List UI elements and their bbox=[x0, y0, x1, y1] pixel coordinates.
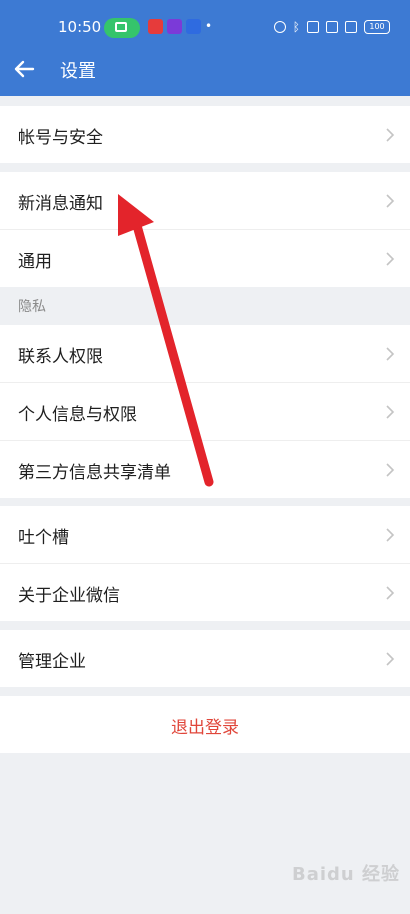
item-label: 个人信息与权限 bbox=[18, 405, 137, 425]
app-notification-icon bbox=[148, 19, 163, 34]
new-message-notify-item[interactable]: 新消息通知 bbox=[0, 172, 410, 229]
privacy-section-label: 隐私 bbox=[18, 299, 46, 315]
contacts-permission-item[interactable]: 联系人权限 bbox=[0, 325, 410, 382]
chevron-right-icon bbox=[386, 586, 395, 600]
logout-label: 退出登录 bbox=[171, 718, 239, 738]
account-security-item[interactable]: 帐号与安全 bbox=[0, 106, 410, 163]
item-label: 吐个槽 bbox=[18, 528, 69, 548]
chevron-right-icon bbox=[386, 128, 395, 142]
bluetooth-icon: ᛒ bbox=[292, 20, 300, 34]
battery-icon: 100 bbox=[364, 20, 390, 34]
chevron-right-icon bbox=[386, 528, 395, 542]
back-arrow-icon[interactable] bbox=[12, 57, 36, 81]
page-title: 设置 bbox=[60, 61, 96, 82]
general-item[interactable]: 通用 bbox=[0, 230, 410, 287]
chevron-right-icon bbox=[386, 463, 395, 477]
alarm-icon bbox=[273, 21, 286, 33]
signal-icon bbox=[326, 21, 338, 33]
item-label: 关于企业微信 bbox=[18, 586, 120, 606]
chevron-right-icon bbox=[386, 252, 395, 266]
item-label: 联系人权限 bbox=[18, 347, 103, 367]
third-party-share-item[interactable]: 第三方信息共享清单 bbox=[0, 441, 410, 498]
about-item[interactable]: 关于企业微信 bbox=[0, 564, 410, 621]
logout-button[interactable]: 退出登录 bbox=[0, 696, 410, 753]
status-time: 10:50 bbox=[58, 18, 102, 36]
status-icons: ᛒ 100 bbox=[273, 20, 390, 34]
signal-icon bbox=[345, 21, 357, 33]
chevron-right-icon bbox=[386, 194, 395, 208]
chevron-right-icon bbox=[386, 347, 395, 361]
app-header: 10:50 • ᛒ 100 设置 bbox=[0, 0, 410, 96]
hd-icon bbox=[307, 21, 319, 33]
watermark: Baidu 经验 bbox=[292, 864, 401, 885]
item-label: 管理企业 bbox=[18, 652, 86, 672]
feedback-item[interactable]: 吐个槽 bbox=[0, 506, 410, 563]
more-dot-icon: • bbox=[205, 19, 213, 33]
item-label: 新消息通知 bbox=[18, 194, 103, 214]
screen-cast-indicator-icon bbox=[104, 18, 140, 38]
personal-info-item[interactable]: 个人信息与权限 bbox=[0, 383, 410, 440]
item-label: 帐号与安全 bbox=[18, 128, 103, 148]
chevron-right-icon bbox=[386, 652, 395, 666]
chevron-right-icon bbox=[386, 405, 395, 419]
video-app-icon bbox=[167, 19, 182, 34]
app-notification-icon bbox=[186, 19, 201, 34]
item-label: 第三方信息共享清单 bbox=[18, 463, 171, 483]
manage-enterprise-item[interactable]: 管理企业 bbox=[0, 630, 410, 687]
item-label: 通用 bbox=[18, 252, 52, 272]
notification-icons: • bbox=[148, 19, 220, 34]
